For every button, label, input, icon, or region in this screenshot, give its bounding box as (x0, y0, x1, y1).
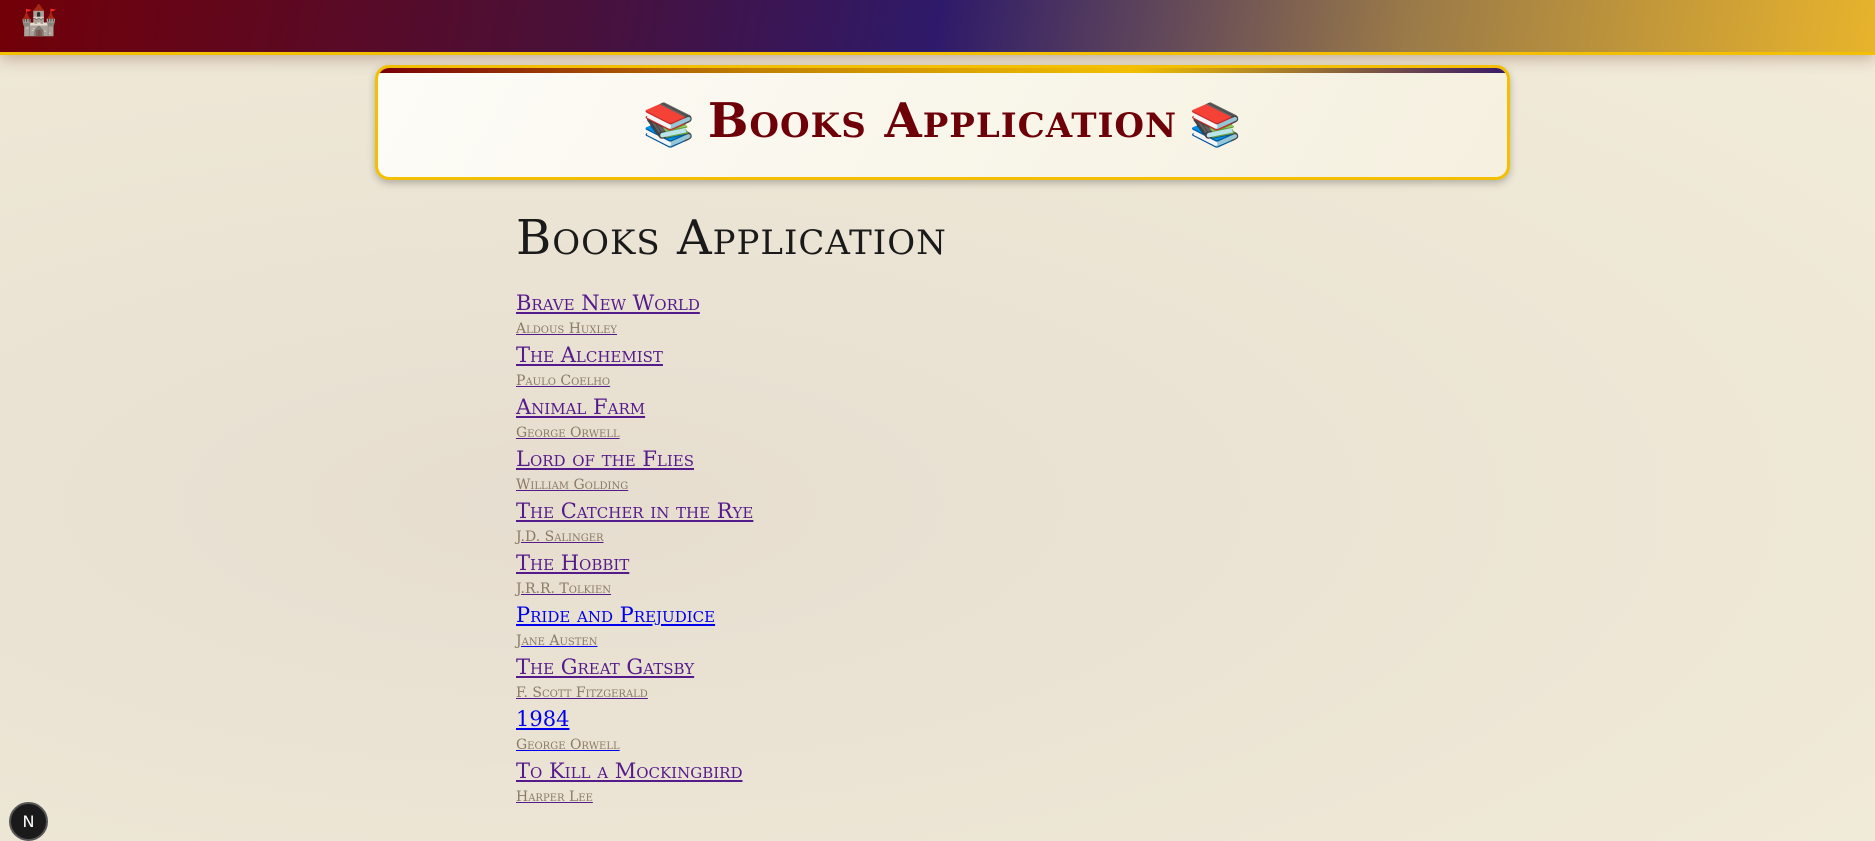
books-icon: 📚 (642, 99, 696, 149)
nextjs-devtools-button[interactable]: N (9, 802, 48, 841)
book-author-link[interactable]: Aldous Huxley (516, 318, 947, 340)
book-author-link[interactable]: Jane Austen (516, 630, 947, 652)
castle-logo-icon[interactable]: 🏰 (20, 4, 57, 38)
book-author-link[interactable]: J.R.R. Tolkien (516, 578, 947, 600)
book-list-item: 1984 George Orwell (516, 704, 947, 756)
book-list-item: Brave New World Aldous Huxley (516, 288, 947, 340)
book-title-link[interactable]: Pride and Prejudice (516, 600, 947, 630)
book-title-link[interactable]: The Alchemist (516, 340, 947, 370)
book-list-item: Animal Farm George Orwell (516, 392, 947, 444)
book-author-link[interactable]: F. Scott Fitzgerald (516, 682, 947, 704)
books-icon: 📚 (1189, 99, 1243, 149)
book-list: Brave New World Aldous Huxley The Alchemis… (516, 288, 947, 808)
book-list-item: To Kill a Mockingbird Harper Lee (516, 756, 947, 808)
book-title-link[interactable]: Brave New World (516, 288, 947, 318)
book-title-link[interactable]: 1984 (516, 704, 947, 734)
banner-title: 📚 Books Application 📚 (378, 88, 1507, 158)
banner-title-text: Books Application (707, 93, 1178, 149)
banner-card: 📚 Books Application 📚 (375, 65, 1510, 180)
book-title-link[interactable]: The Catcher in the Rye (516, 496, 947, 526)
book-author-link[interactable]: William Golding (516, 474, 947, 496)
book-author-link[interactable]: George Orwell (516, 734, 947, 756)
book-list-item: Lord of the Flies William Golding (516, 444, 947, 496)
page-title: Books Application (516, 210, 947, 266)
book-title-link[interactable]: Lord of the Flies (516, 444, 947, 474)
book-author-link[interactable]: J.D. Salinger (516, 526, 947, 548)
book-title-link[interactable]: Animal Farm (516, 392, 947, 422)
book-title-link[interactable]: To Kill a Mockingbird (516, 756, 947, 786)
book-title-link[interactable]: The Hobbit (516, 548, 947, 578)
main-content: Books Application Brave New World Aldous … (516, 208, 947, 808)
book-author-link[interactable]: Harper Lee (516, 786, 947, 808)
book-title-link[interactable]: The Great Gatsby (516, 652, 947, 682)
book-list-item: Pride and Prejudice Jane Austen (516, 600, 947, 652)
book-list-item: The Great Gatsby F. Scott Fitzgerald (516, 652, 947, 704)
book-author-link[interactable]: George Orwell (516, 422, 947, 444)
book-author-link[interactable]: Paulo Coelho (516, 370, 947, 392)
top-navbar: 🏰 (0, 0, 1875, 55)
book-list-item: The Catcher in the Rye J.D. Salinger (516, 496, 947, 548)
book-list-item: The Hobbit J.R.R. Tolkien (516, 548, 947, 600)
book-list-item: The Alchemist Paulo Coelho (516, 340, 947, 392)
